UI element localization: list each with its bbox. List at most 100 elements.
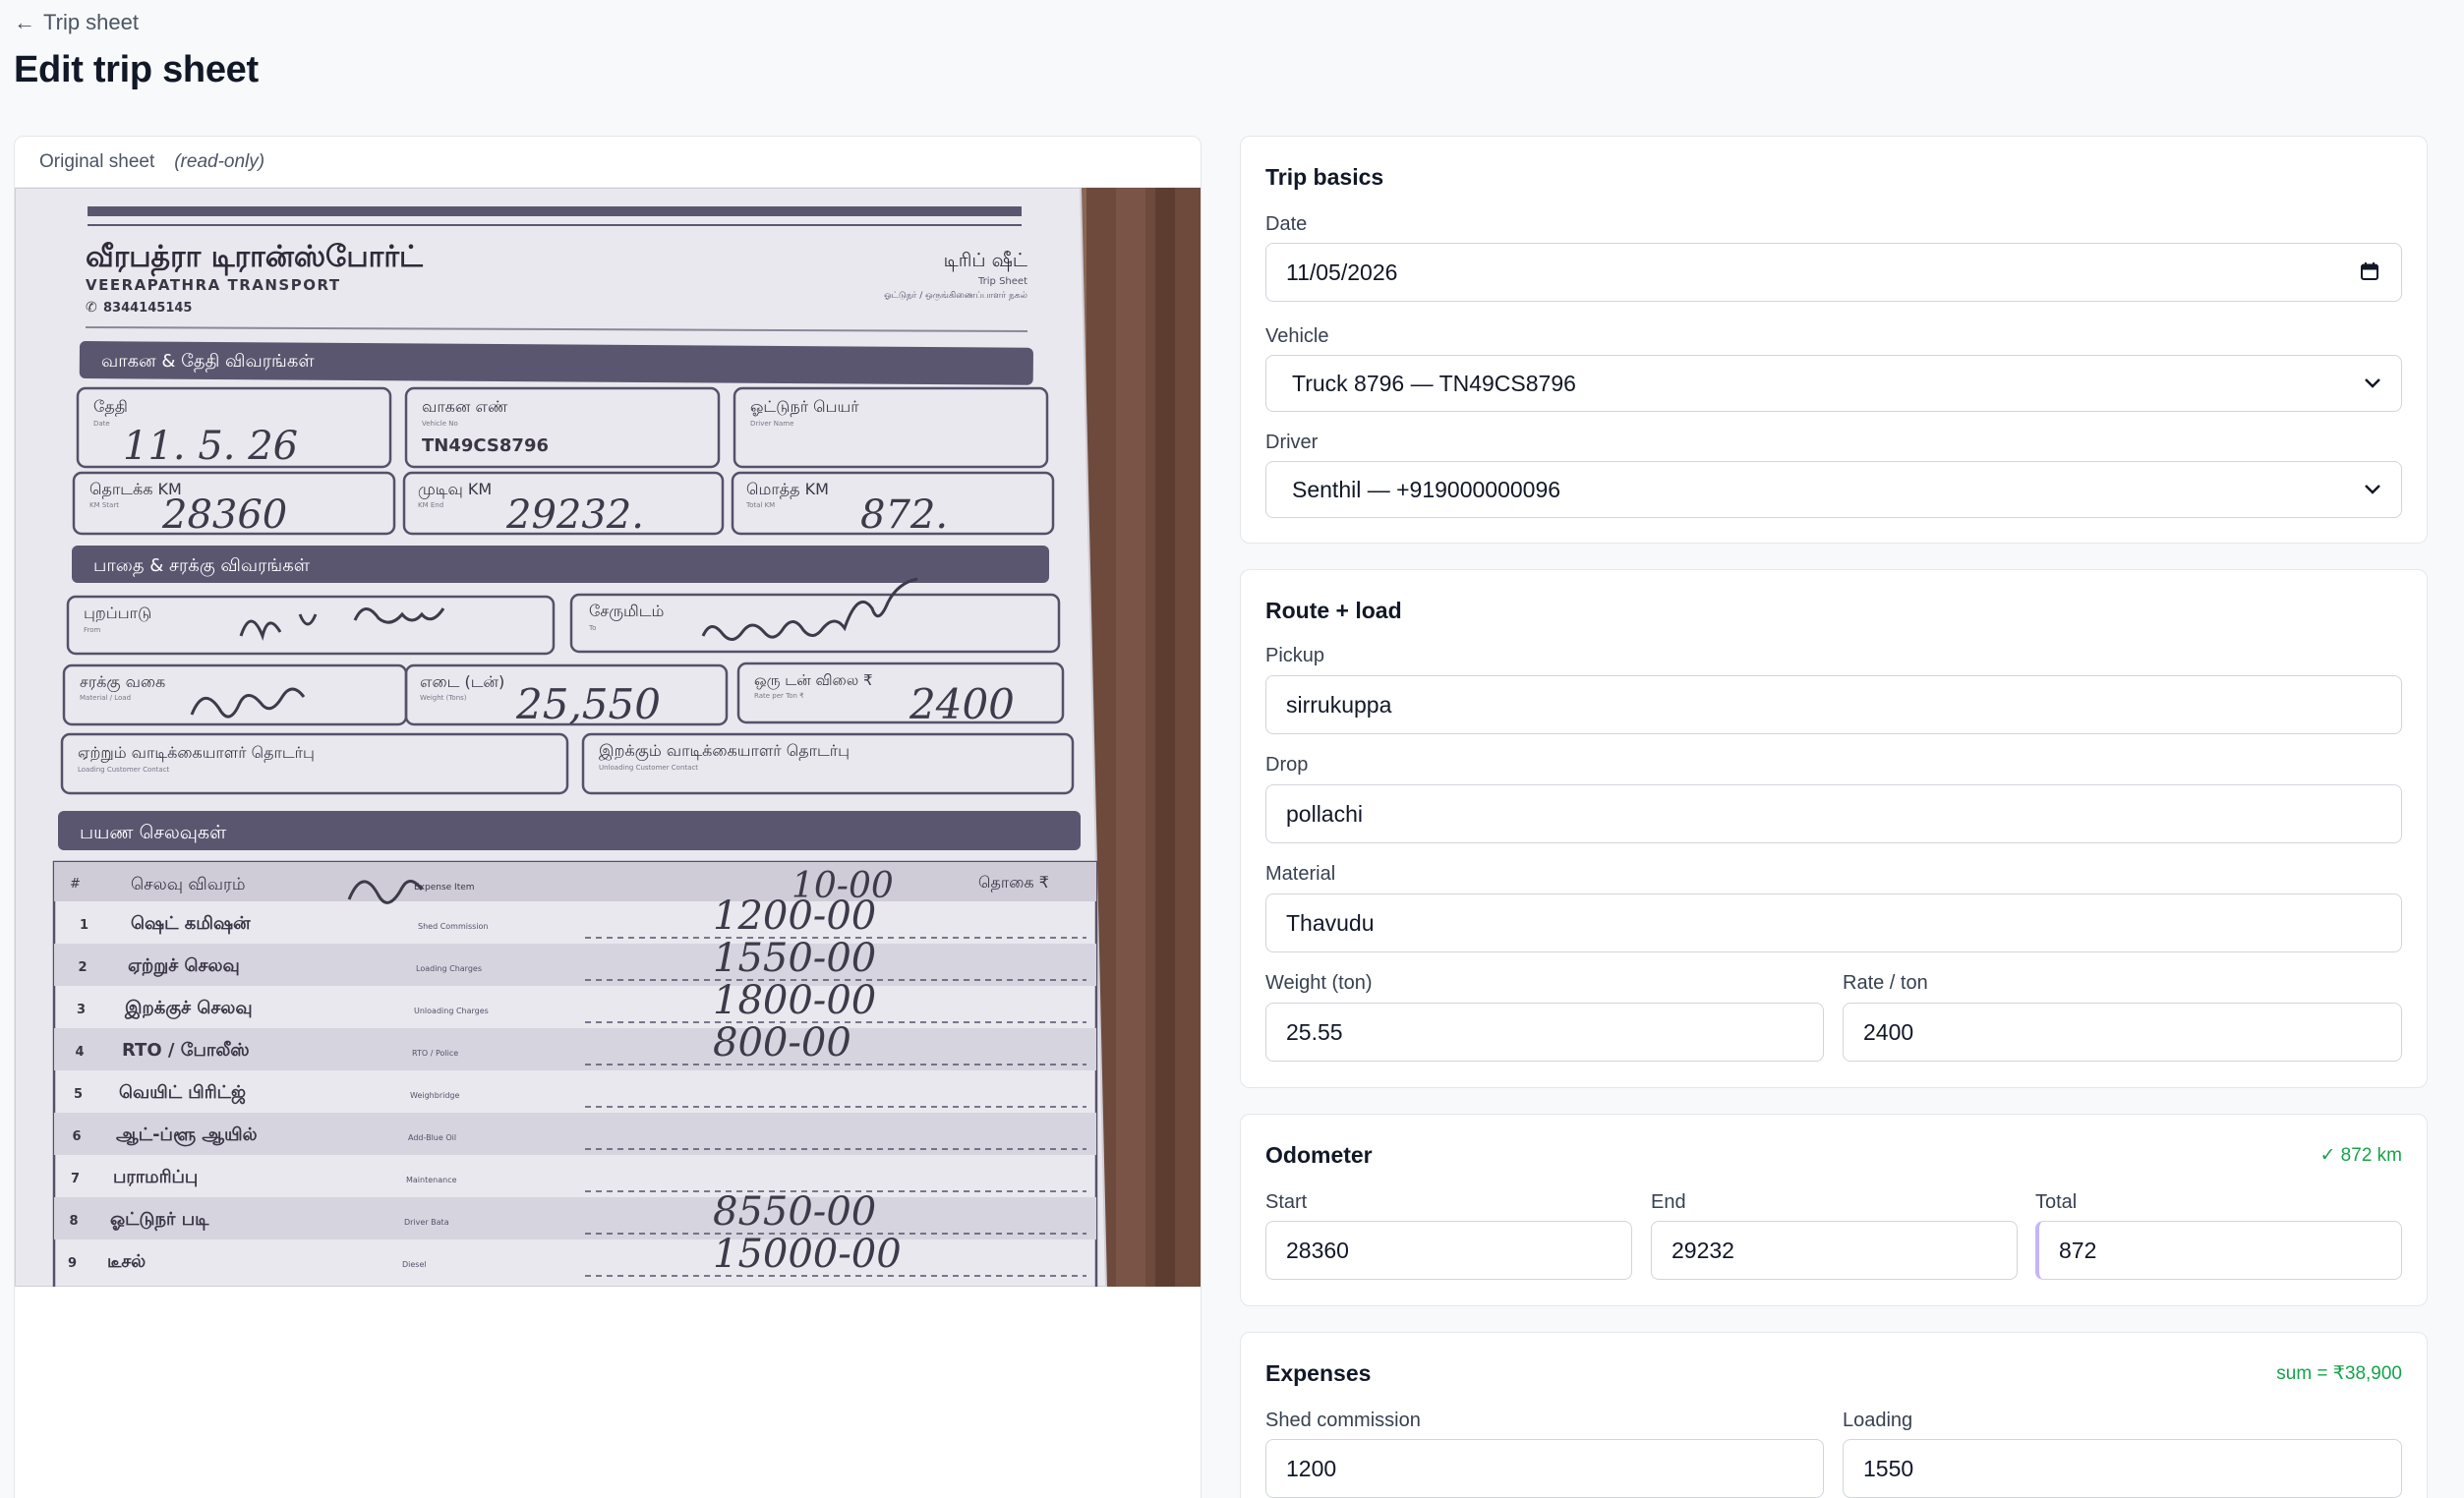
pickup-label: Pickup <box>1265 645 1325 666</box>
sheet-expense-desc-english: Shed Commission <box>418 922 489 931</box>
loading-input[interactable]: 1550 <box>1843 1439 2402 1498</box>
sheet-col-expense: Expense Item <box>414 883 475 893</box>
sheet-expense-desc-tamil: பராமரிப்பு <box>113 1167 198 1187</box>
weight-value: 25.55 <box>1286 1018 1343 1045</box>
odometer-start-input[interactable]: 28360 <box>1265 1221 1632 1280</box>
sheet-expense-no: 3 <box>77 1003 86 1017</box>
read-only-note: (read-only) <box>174 150 265 172</box>
sheet-expense-amount-handwritten: 1800-00 <box>713 978 876 1023</box>
sheet-rate-handwritten: 2400 <box>909 680 1015 728</box>
sheet-expense-amount-handwritten: 1550-00 <box>713 936 876 981</box>
sheet-loading-contact-label: ஏற்றும் வாடிக்கையாளர் தொடர்பு <box>78 743 315 763</box>
drop-value: pollachi <box>1286 800 1363 827</box>
sheet-expense-desc-tamil: ஆட்-ப்ளூ ஆயில் <box>116 1124 258 1147</box>
pickup-value: sirrukuppa <box>1286 691 1392 718</box>
sheet-from-label: புறப்பாடு <box>84 604 151 622</box>
odometer-start-value: 28360 <box>1286 1237 1349 1263</box>
sheet-expense-desc-tamil: டீசல் <box>107 1251 146 1272</box>
sheet-expense-desc-tamil: ஓட்டுநர் படி <box>110 1209 209 1232</box>
sheet-expense-desc-english: Diesel <box>402 1260 427 1269</box>
odometer-status: ✓ 872 km <box>2319 1145 2402 1166</box>
sheet-km-end-label: முடிவு KM <box>418 480 492 499</box>
sheet-km-start-sub: KM Start <box>89 501 119 509</box>
sheet-rate-label: ஒரு டன் விலை ₹ <box>754 671 873 689</box>
odometer-total-label: Total <box>2035 1191 2078 1213</box>
sheet-expense-no: 1 <box>80 918 88 933</box>
sheet-expense-desc-tamil: ஏற்றுச் செலவு <box>128 955 240 977</box>
weight-label: Weight (ton) <box>1265 972 1373 994</box>
odometer-total-value: 872 <box>2059 1237 2097 1263</box>
sheet-unloading-contact-label: இறக்கும் வாடிக்கையாளர் தொடர்பு <box>599 741 850 761</box>
sheet-km-end-handwritten: 29232. <box>505 492 644 538</box>
sheet-date-sub: Date <box>93 420 110 428</box>
date-label: Date <box>1265 213 1308 235</box>
shed-commission-value: 1200 <box>1286 1455 1337 1481</box>
chevron-down-icon <box>2365 378 2380 388</box>
shed-commission-input[interactable]: 1200 <box>1265 1439 1824 1498</box>
page-title: Edit trip sheet <box>14 49 259 90</box>
sheet-weight-handwritten: 25,550 <box>515 680 661 728</box>
odometer-total-input[interactable]: 872 <box>2035 1221 2402 1280</box>
drop-label: Drop <box>1265 754 1309 776</box>
sheet-expense-row-stripe <box>54 1197 1096 1239</box>
material-label: Material <box>1265 863 1336 885</box>
back-link[interactable]: ← Trip sheet <box>14 10 139 35</box>
calendar-icon[interactable] <box>2360 261 2379 281</box>
material-input[interactable]: Thavudu <box>1265 893 2402 952</box>
sheet-expense-amount-handwritten: 8550-00 <box>713 1189 876 1235</box>
driver-value: Senthil — +919000000096 <box>1292 476 1561 502</box>
sheet-weight-sub: Weight (Tons) <box>420 694 467 702</box>
sheet-expense-desc-tamil: RTO / போலீஸ் <box>122 1040 250 1061</box>
pickup-input[interactable]: sirrukuppa <box>1265 675 2402 734</box>
expenses-card: Expenses sum = ₹38,900 Shed commission 1… <box>1240 1332 2428 1498</box>
sheet-expense-desc-english: Maintenance <box>406 1176 457 1184</box>
weight-input[interactable]: 25.55 <box>1265 1003 1824 1062</box>
trip-basics-card: Trip basics Date 11/05/2026 Vehicle Truc… <box>1240 136 2428 544</box>
shed-commission-label: Shed commission <box>1265 1410 1421 1431</box>
sheet-vehicle-label: வாகன எண் <box>422 397 508 416</box>
sheet-material-sub: Material / Load <box>80 694 131 702</box>
route-load-title: Route + load <box>1265 598 1402 623</box>
sheet-expense-amount-handwritten: 1200-00 <box>713 893 876 939</box>
sheet-col-desc: செலவு விவரம் <box>131 875 246 894</box>
original-sheet-panel: Original sheet (read-only) வீரபத்ரா டிரா… <box>14 136 1202 1498</box>
original-sheet-header: Original sheet (read-only) <box>15 137 1201 188</box>
sheet-expense-desc-english: Weighbridge <box>410 1091 459 1100</box>
chevron-down-icon <box>2365 485 2380 494</box>
sheet-phone: 8344145145 <box>103 301 192 316</box>
sheet-company-tamil: வீரபத்ரா டிரான்ஸ்போர்ட் <box>86 240 424 277</box>
sheet-col-no: # <box>70 877 81 892</box>
sheet-expense-desc-english: Driver Bata <box>404 1218 449 1227</box>
sheet-phone-icon: ✆ <box>86 300 97 316</box>
material-value: Thavudu <box>1286 909 1375 936</box>
sheet-expense-desc-english: RTO / Police <box>412 1049 458 1058</box>
sheet-section-expenses: பயண செலவுகள் <box>80 822 227 843</box>
sheet-vehicle-value: TN49CS8796 <box>422 435 549 456</box>
sheet-rate-sub: Rate per Ton ₹ <box>754 692 804 700</box>
sheet-section-vehicle-date: வாகன & தேதி விவரங்கள் <box>101 351 315 373</box>
sheet-expense-amount-handwritten: 800-00 <box>713 1020 851 1066</box>
date-field[interactable]: 11/05/2026 <box>1265 243 2402 302</box>
sheet-weight-label: எடை (டன்) <box>420 672 504 691</box>
drop-input[interactable]: pollachi <box>1265 784 2402 843</box>
sheet-from-sub: From <box>84 626 101 634</box>
sheet-expense-desc-tamil: ஷெட் கமிஷன் <box>131 913 251 934</box>
sheet-expense-desc-tamil: இறக்குச் செலவு <box>124 998 253 1019</box>
vehicle-select[interactable]: Truck 8796 — TN49CS8796 <box>1265 355 2402 412</box>
sheet-date-handwritten: 11. 5. 26 <box>123 424 298 469</box>
sheet-unloading-contact-sub: Unloading Customer Contact <box>599 764 698 772</box>
original-sheet-label: Original sheet <box>39 150 155 172</box>
sheet-date-label: தேதி <box>93 397 128 416</box>
sheet-section-route-load: பாதை & சரக்கு விவரங்கள் <box>93 555 311 577</box>
odometer-card: Odometer ✓ 872 km Start 28360 End 29232 … <box>1240 1114 2428 1306</box>
route-load-card: Route + load Pickup sirrukuppa Drop poll… <box>1240 569 2428 1088</box>
driver-select[interactable]: Senthil — +919000000096 <box>1265 461 2402 518</box>
loading-label: Loading <box>1843 1410 1913 1431</box>
odometer-end-input[interactable]: 29232 <box>1651 1221 2018 1280</box>
sheet-km-total-sub: Total KM <box>745 501 775 509</box>
sheet-expense-no: 8 <box>70 1214 79 1229</box>
expenses-title: Expenses <box>1265 1360 1372 1386</box>
sheet-driver-sub: Driver Name <box>750 420 793 428</box>
rate-input[interactable]: 2400 <box>1843 1003 2402 1062</box>
back-link-label: Trip sheet <box>43 10 140 34</box>
